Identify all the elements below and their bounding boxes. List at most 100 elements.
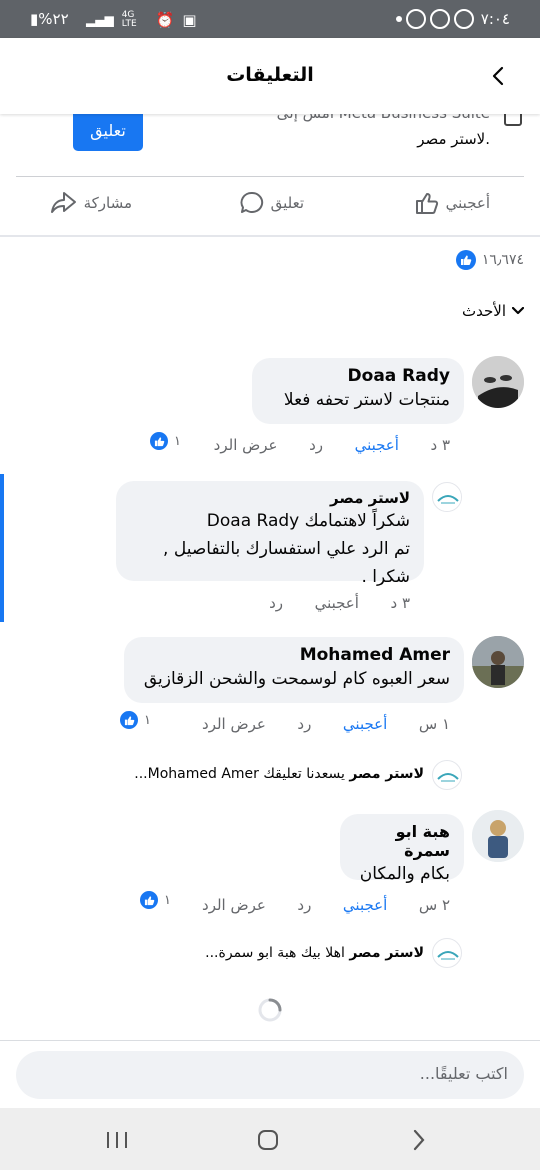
avatar-image — [472, 810, 524, 862]
reactions-count: ١٦٫٦٧٤ — [481, 252, 524, 268]
reply-preview-author: لاستر مصر — [349, 945, 424, 961]
like-count-value: ١ — [144, 712, 151, 728]
avatar[interactable] — [472, 810, 524, 862]
post-brand: لاستر مصر. — [417, 130, 490, 148]
lustre-logo-icon — [437, 951, 459, 960]
page-header: التعليقات — [0, 38, 540, 114]
comment-time: ١ س — [418, 715, 450, 733]
page-avatar[interactable] — [432, 938, 462, 968]
status-bar: ▮%٢٢ ▂▄▆ 4G LTE ⏰ ▣ ٧:٠٤ — [0, 0, 540, 38]
divider — [16, 176, 524, 177]
comment-meta: ١ س أعجبني رد عرض الرد — [202, 715, 450, 733]
comment-text: بكام والمكان — [359, 864, 450, 884]
sort-selector[interactable]: الأحدث — [462, 302, 524, 320]
view-replies-link[interactable]: عرض الرد — [202, 896, 266, 914]
view-replies-link[interactable]: عرض الرد — [214, 436, 278, 454]
notification-icon — [454, 9, 474, 29]
reply-text-line1: شكراً لاهتمامك Doaa Rady — [206, 511, 410, 531]
comment-reply-link[interactable]: رد — [297, 896, 311, 914]
home-icon — [258, 1130, 278, 1150]
comment-bubble[interactable]: Doaa Rady منتجات لاستر تحفه فعلا — [252, 358, 464, 424]
recents-button[interactable] — [106, 1130, 128, 1150]
comment-author[interactable]: هبة ابو سمرة — [354, 822, 450, 860]
comment-meta: ٣ د أعجبني رد عرض الرد — [214, 436, 450, 454]
comment-text: سعر العبوه كام لوسمحت والشحن الزقازيق — [143, 669, 450, 689]
recents-icon — [107, 1132, 127, 1148]
like-reaction-icon — [148, 430, 170, 452]
reply-reply-link[interactable]: رد — [269, 594, 283, 612]
post-comment-button[interactable]: تعليق — [73, 114, 143, 151]
view-replies-link[interactable]: عرض الرد — [202, 715, 266, 733]
share-icon — [50, 192, 76, 213]
comment-like-count[interactable]: ١ — [148, 430, 181, 452]
reply-bubble[interactable]: لاستر مصر شكراً لاهتمامك Doaa Rady تم ال… — [116, 481, 424, 587]
like-reaction-icon — [138, 889, 160, 911]
avatar[interactable] — [472, 636, 524, 688]
share-button[interactable]: مشاركة — [50, 190, 132, 216]
reply-preview-text: يسعدنا تعليقك Mohamed Amer... — [134, 766, 345, 782]
page-avatar[interactable] — [432, 760, 462, 790]
spinner-icon — [258, 998, 282, 1022]
reactions-summary[interactable]: ١٦٫٦٧٤ — [455, 250, 524, 270]
post-preview: أمس إلى Meta Business Suite لاستر مصر. ت… — [0, 114, 540, 176]
comment-like-count[interactable]: ١ — [138, 889, 171, 911]
comment-reply-link[interactable]: رد — [309, 436, 323, 454]
reply-meta: ٣ د أعجبني رد — [269, 594, 410, 612]
reply-preview[interactable]: لاستر مصر يسعدنا تعليقك Mohamed Amer... — [134, 766, 424, 782]
share-label: مشاركة — [83, 194, 132, 212]
like-reaction-icon — [118, 709, 140, 731]
reply-preview-author: لاستر مصر — [349, 766, 424, 782]
comment-button[interactable]: تعليق — [239, 190, 304, 216]
comment-like-count[interactable]: ١ — [118, 709, 151, 731]
status-icons: ▂▄▆ 4G LTE ⏰ ▣ — [86, 10, 197, 30]
like-button[interactable]: أعجبني — [414, 190, 490, 216]
comment-author[interactable]: Mohamed Amer — [138, 645, 450, 665]
back-nav-button[interactable] — [412, 1129, 426, 1151]
reply-preview[interactable]: لاستر مصر اهلا بيك هبة ابو سمرة... — [205, 945, 424, 961]
sort-label: الأحدث — [462, 302, 506, 320]
avatar-image — [472, 356, 524, 408]
highlight-indicator — [0, 474, 4, 622]
comment-time: ٣ د — [430, 436, 450, 454]
comment-like-link[interactable]: أعجبني — [355, 436, 399, 454]
comment-icon — [240, 191, 263, 213]
loading-spinner — [257, 997, 283, 1023]
reply-text-line2: تم الرد علي استفسارك بالتفاصيل , شكرا . — [163, 539, 410, 587]
reply-time: ٣ د — [390, 594, 410, 612]
comment-input[interactable]: اكتب تعليقًا... — [16, 1051, 524, 1099]
comment-meta: ٢ س أعجبني رد عرض الرد — [202, 896, 450, 914]
reply-author[interactable]: لاستر مصر — [130, 489, 410, 507]
signal-icon: ▂▄▆ — [86, 13, 114, 27]
notification-icon — [406, 9, 426, 29]
comment-bubble[interactable]: هبة ابو سمرة بكام والمكان — [340, 814, 464, 884]
back-button[interactable] — [492, 66, 504, 86]
comment-time: ٢ س — [418, 896, 450, 914]
like-label: أعجبني — [445, 194, 490, 212]
comment-reply-link[interactable]: رد — [297, 715, 311, 733]
avatar-image — [472, 636, 524, 688]
network-label: 4G LTE — [121, 10, 137, 29]
comment-composer: اكتب تعليقًا... — [0, 1040, 540, 1108]
home-button[interactable] — [257, 1129, 279, 1151]
page-avatar[interactable] — [432, 482, 462, 512]
clock: ٧:٠٤ — [480, 10, 510, 28]
reply-preview-text: اهلا بيك هبة ابو سمرة... — [205, 945, 345, 961]
comment-text: منتجات لاستر تحفه فعلا — [283, 390, 450, 410]
comment-like-link[interactable]: أعجبني — [343, 896, 387, 914]
lustre-logo-icon — [434, 484, 461, 511]
checkbox-icon — [504, 114, 522, 126]
chevron-down-icon — [512, 307, 524, 315]
chevron-right-icon — [413, 1129, 425, 1151]
chevron-left-icon — [492, 66, 504, 86]
reply-like-link[interactable]: أعجبني — [315, 594, 359, 612]
comment-like-link[interactable]: أعجبني — [343, 715, 387, 733]
notification-icon — [430, 9, 450, 29]
page-title: التعليقات — [226, 64, 314, 86]
alarm-icon: ⏰ — [155, 11, 175, 29]
avatar[interactable] — [472, 356, 524, 408]
battery-level: %٢٢ — [38, 10, 69, 28]
section-separator — [0, 235, 540, 237]
battery-indicator: ▮%٢٢ — [30, 10, 69, 28]
comment-bubble[interactable]: Mohamed Amer سعر العبوه كام لوسمحت والشح… — [124, 637, 464, 703]
comment-author[interactable]: Doaa Rady — [266, 366, 450, 386]
